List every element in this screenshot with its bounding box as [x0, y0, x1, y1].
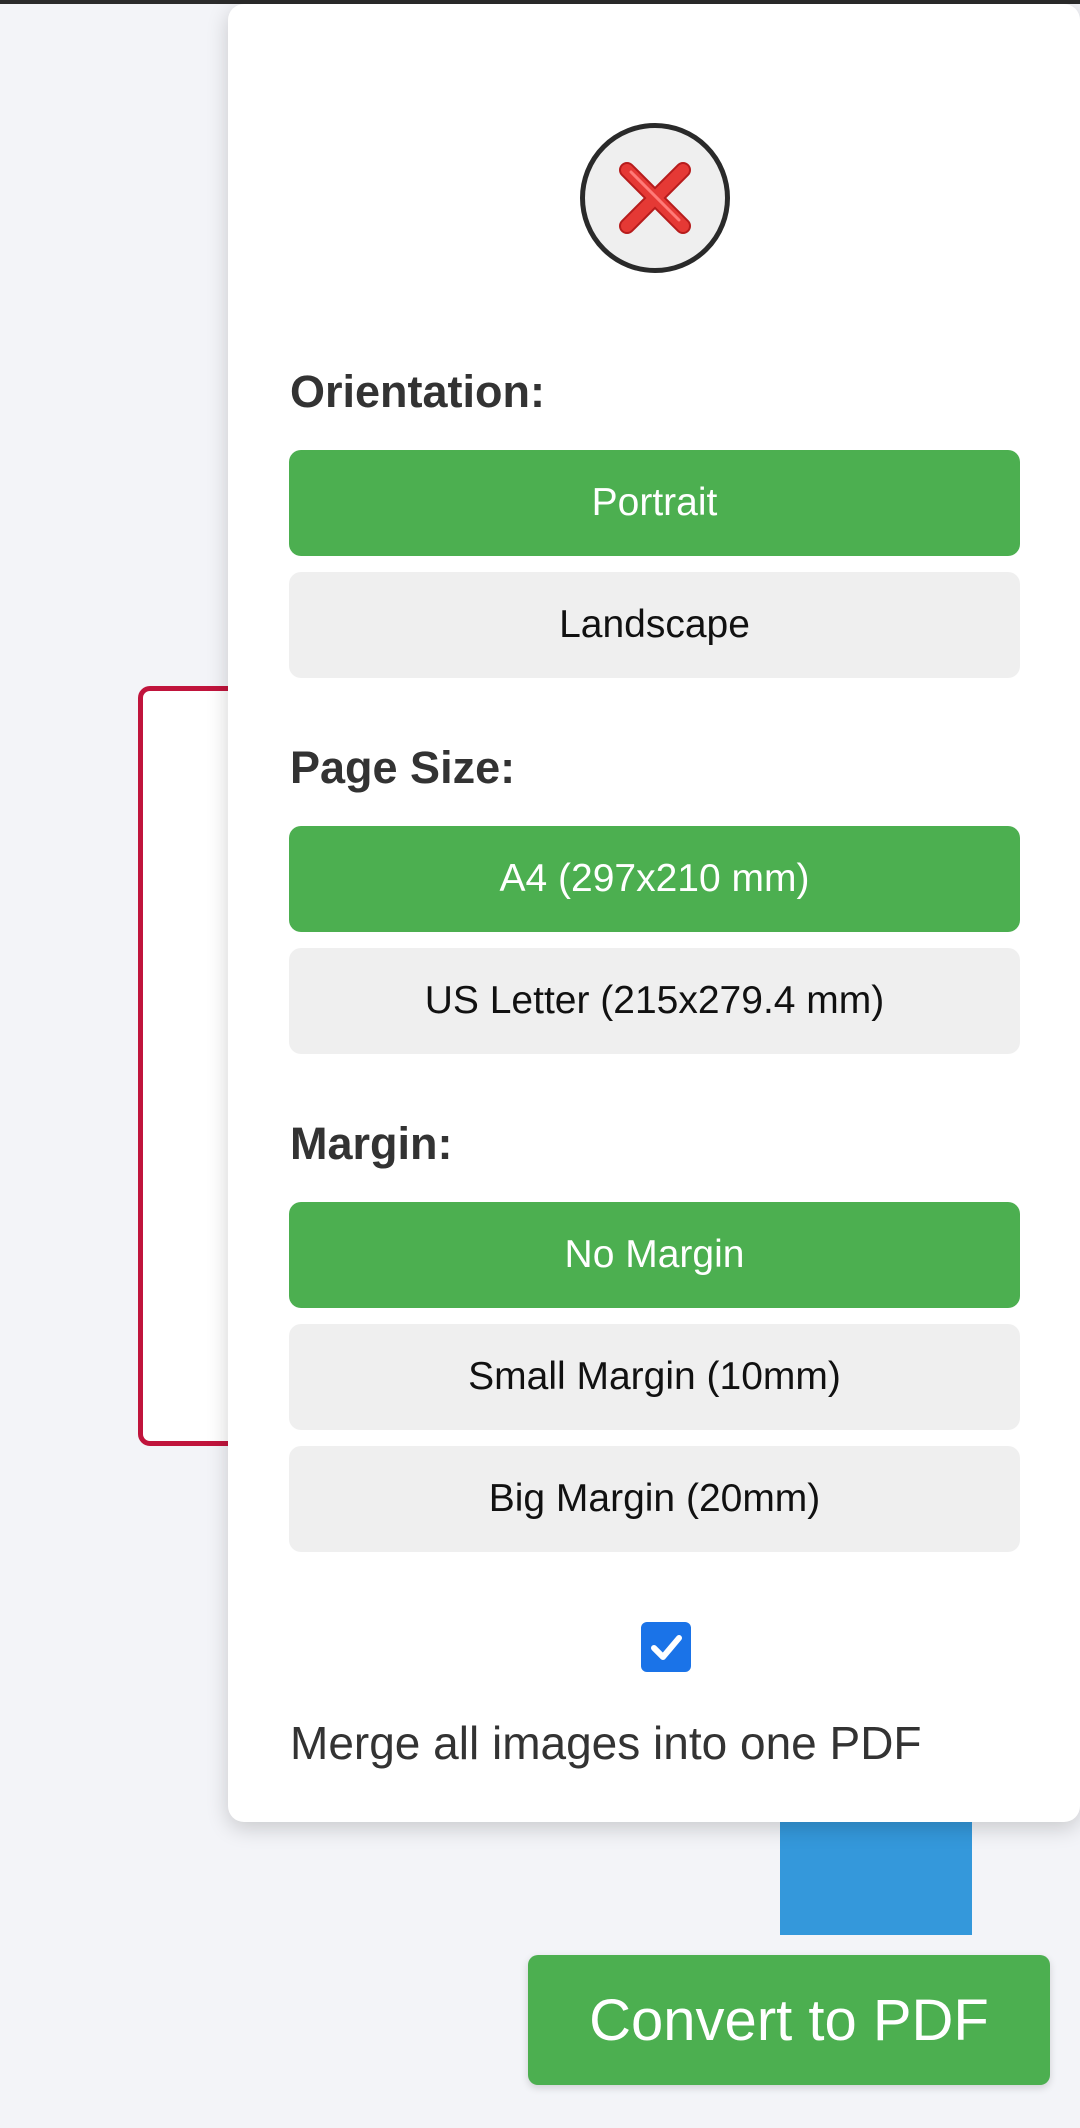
orientation-portrait-button[interactable]: Portrait: [289, 450, 1020, 556]
close-button[interactable]: [580, 123, 730, 273]
pdf-options-panel: Orientation: Portrait Landscape Page Siz…: [228, 4, 1080, 1822]
margin-small-button[interactable]: Small Margin (10mm): [289, 1324, 1020, 1430]
close-x-icon: [619, 162, 691, 234]
merge-checkbox[interactable]: [641, 1622, 691, 1672]
checkmark-icon: [651, 1635, 682, 1660]
page-size-a4-button[interactable]: A4 (297x210 mm): [289, 826, 1020, 932]
convert-to-pdf-button[interactable]: Convert to PDF: [528, 1955, 1050, 2085]
merge-label: Merge all images into one PDF: [290, 1717, 922, 1769]
orientation-label: Orientation:: [290, 366, 545, 417]
orientation-landscape-button[interactable]: Landscape: [289, 572, 1020, 678]
page-size-us-letter-button[interactable]: US Letter (215x279.4 mm): [289, 948, 1020, 1054]
page-size-label: Page Size:: [290, 742, 516, 793]
margin-big-button[interactable]: Big Margin (20mm): [289, 1446, 1020, 1552]
margin-none-button[interactable]: No Margin: [289, 1202, 1020, 1308]
margin-label: Margin:: [290, 1118, 453, 1169]
